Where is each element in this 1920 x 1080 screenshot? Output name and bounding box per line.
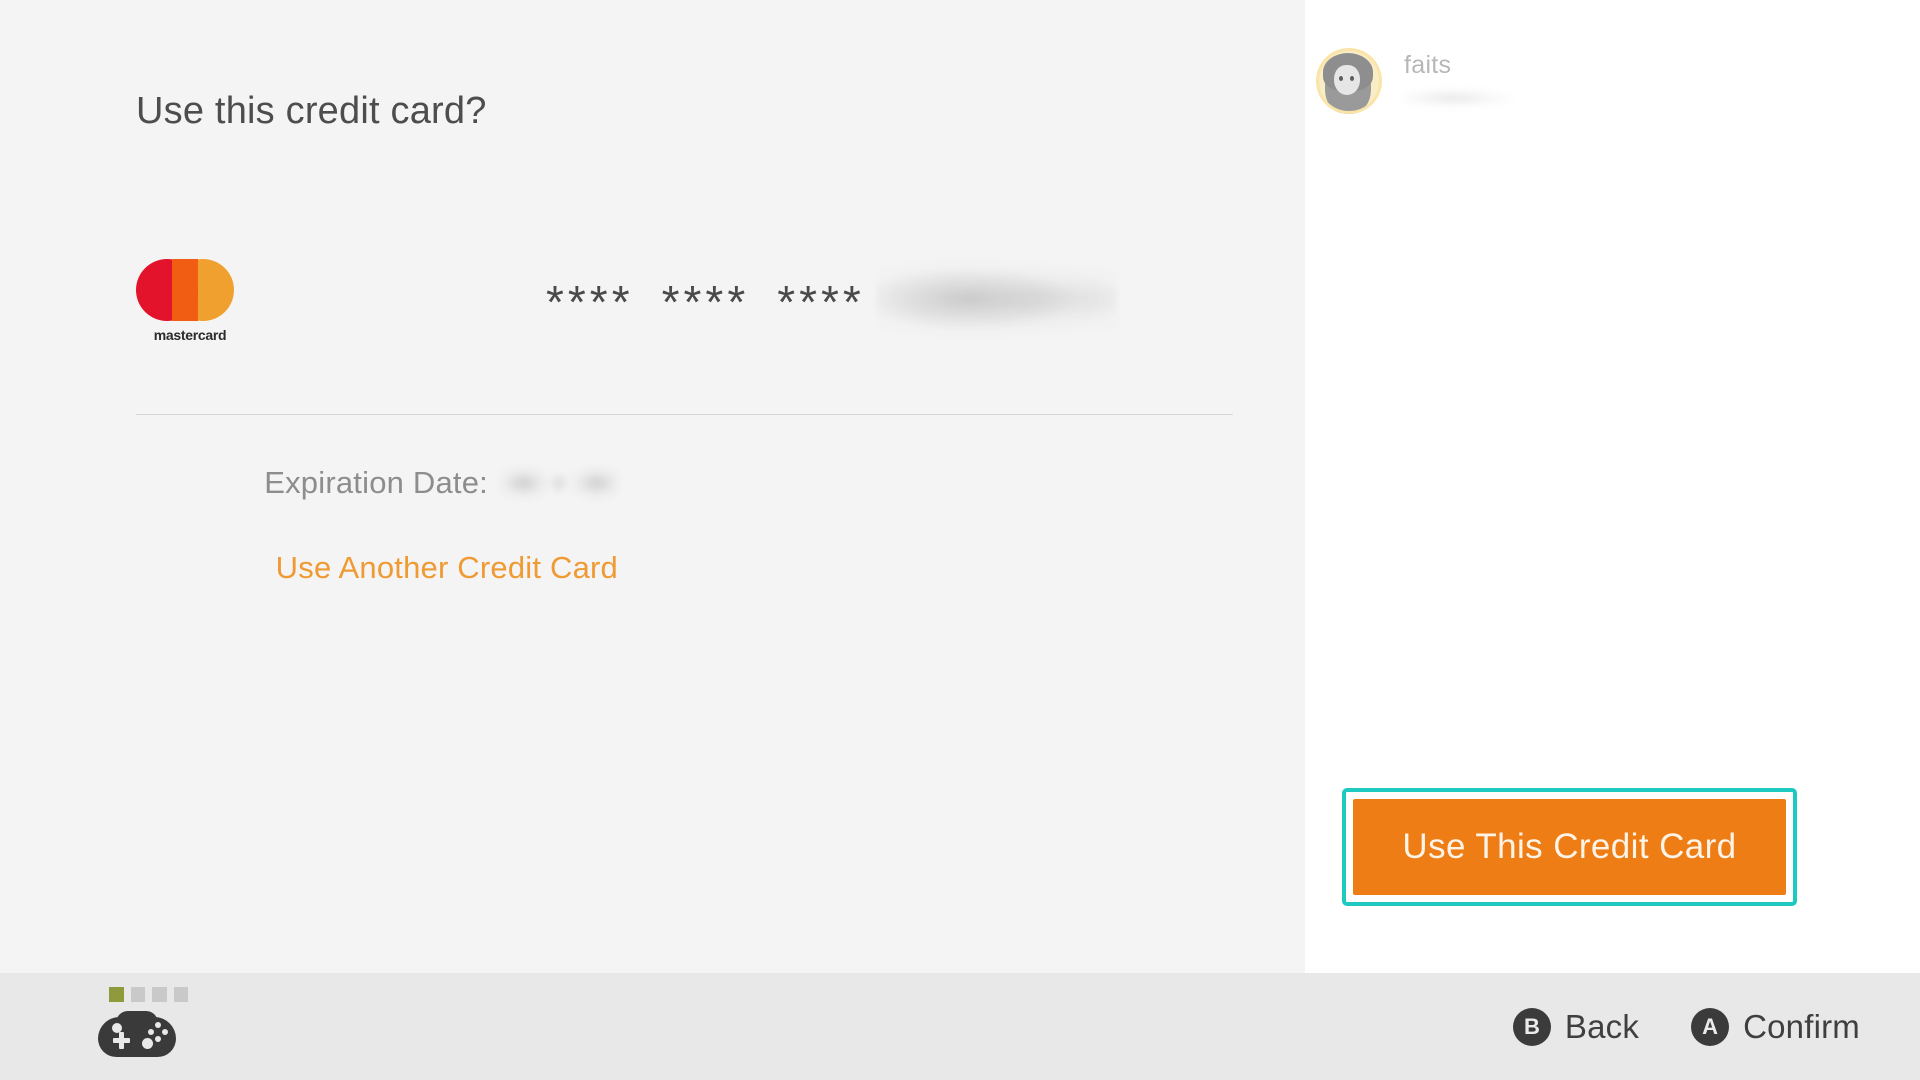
b-button-icon: B (1512, 1007, 1551, 1046)
user-avatar-icon (1316, 48, 1382, 114)
page-title: Use this credit card? (136, 90, 487, 132)
mastercard-wordmark: mastercard (153, 327, 227, 343)
card-number-group-2: **** (661, 276, 750, 328)
bottom-action-bar: B Back A Confirm (0, 973, 1920, 1080)
user-name: faits (1404, 51, 1452, 79)
avatar-ring (1316, 48, 1382, 114)
player-led-2 (130, 987, 145, 1002)
player-led-3 (152, 987, 167, 1002)
use-this-credit-card-focus-ring[interactable]: Use This Credit Card (1342, 788, 1797, 906)
use-another-credit-card-link[interactable]: Use Another Credit Card (276, 550, 618, 586)
player-led-4 (173, 987, 188, 1002)
gamepad-dpad-vertical (119, 1032, 124, 1049)
user-subline-redacted (1404, 87, 1529, 108)
controller-status[interactable] (98, 987, 188, 1067)
mastercard-circles-icon (136, 255, 244, 325)
section-divider (136, 414, 1233, 415)
gamepad-body (98, 1017, 176, 1057)
card-number-group-1: **** (546, 276, 634, 328)
expiration-row: Expiration Date: (264, 462, 618, 504)
left-content-pane: Use this credit card? mastercard **** **… (0, 0, 1305, 973)
expiration-value-redacted (500, 462, 618, 504)
card-number-redacted-group (876, 251, 1117, 343)
gamepad-icon (98, 1011, 176, 1059)
hint-back[interactable]: B Back (1512, 1007, 1640, 1046)
button-hints: B Back A Confirm (1512, 973, 1860, 1080)
user-text-block: faits (1404, 48, 1529, 108)
player-led-row (109, 987, 188, 1002)
card-number-group-3: **** (777, 276, 865, 328)
hint-confirm-label: Confirm (1743, 1007, 1860, 1045)
expiration-label: Expiration Date: (264, 465, 488, 500)
user-account-block[interactable]: faits (1316, 48, 1529, 114)
mastercard-logo: mastercard (136, 255, 244, 359)
gamepad-button-x (155, 1022, 161, 1028)
mastercard-overlap-shape (172, 259, 198, 321)
hint-back-label: Back (1564, 1007, 1640, 1045)
right-rail-pane: faits Use This Credit Card (1305, 0, 1920, 973)
gamepad-button-b (155, 1036, 161, 1042)
hint-confirm[interactable]: A Confirm (1691, 1007, 1860, 1046)
content-area: Use this credit card? mastercard **** **… (0, 0, 1920, 973)
use-this-credit-card-button[interactable]: Use This Credit Card (1353, 799, 1786, 895)
card-number-display: **** **** **** (546, 251, 1117, 343)
gamepad-right-stick (142, 1038, 153, 1049)
a-button-icon: A (1691, 1007, 1730, 1046)
gamepad-button-y (148, 1029, 154, 1035)
switch-eshop-screen: Use this credit card? mastercard **** **… (0, 0, 1920, 1080)
player-led-1 (109, 987, 124, 1002)
gamepad-button-a (162, 1029, 168, 1035)
credit-card-summary: mastercard **** **** **** (136, 251, 1236, 365)
